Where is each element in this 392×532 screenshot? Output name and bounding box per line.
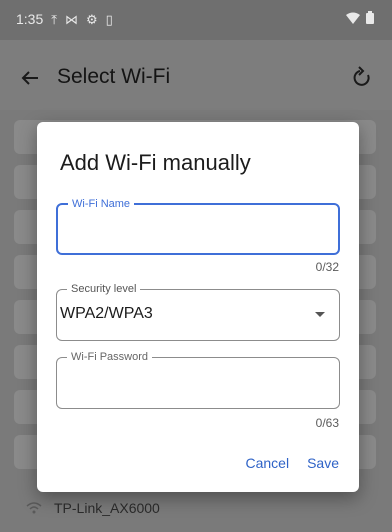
wifi-password-counter: 0/63 xyxy=(315,416,339,430)
back-button[interactable] xyxy=(16,64,44,92)
security-level-select[interactable]: Security level WPA2/WPA3 xyxy=(56,282,340,341)
add-wifi-dialog: Add Wi-Fi manually Wi-Fi Name 0/32 Secur… xyxy=(37,122,359,492)
save-button[interactable]: Save xyxy=(307,455,339,471)
wifi-name-counter: 0/32 xyxy=(315,260,339,274)
wifi-name-field[interactable]: Wi-Fi Name xyxy=(56,197,340,255)
security-level-label: Security level xyxy=(67,282,141,296)
signal-cross-icon: ⋈ xyxy=(65,11,78,27)
status-bar: 1:35 ⤒ ⋈ ⚙ ▯ xyxy=(0,0,392,40)
upload-icon: ⤒ xyxy=(51,11,57,27)
wifi-icon xyxy=(346,12,360,24)
app-bar: Select Wi-Fi xyxy=(0,56,392,100)
wifi-signal-icon xyxy=(26,502,42,514)
battery-small-icon: ▯ xyxy=(105,11,113,27)
refresh-icon xyxy=(348,64,376,92)
refresh-button[interactable] xyxy=(348,64,376,92)
status-right xyxy=(346,11,374,24)
arrow-left-icon xyxy=(16,64,44,92)
chevron-down-icon xyxy=(315,312,325,317)
status-left: 1:35 ⤒ ⋈ ⚙ ▯ xyxy=(16,11,113,27)
page-title: Select Wi-Fi xyxy=(57,65,171,88)
wifi-name-label: Wi-Fi Name xyxy=(68,197,135,211)
status-time: 1:35 xyxy=(16,11,44,27)
cancel-button[interactable]: Cancel xyxy=(245,455,289,471)
settings-icon: ⚙ xyxy=(86,11,98,27)
list-item-network[interactable]: TP-Link_AX6000 xyxy=(26,500,160,516)
network-name: TP-Link_AX6000 xyxy=(54,500,160,516)
wifi-password-field[interactable]: Wi-Fi Password xyxy=(56,350,340,409)
dialog-actions: Cancel Save xyxy=(245,455,339,471)
battery-icon xyxy=(366,11,374,24)
dialog-title: Add Wi-Fi manually xyxy=(60,150,251,175)
security-level-value: WPA2/WPA3 xyxy=(60,305,153,322)
wifi-password-label: Wi-Fi Password xyxy=(67,350,153,364)
